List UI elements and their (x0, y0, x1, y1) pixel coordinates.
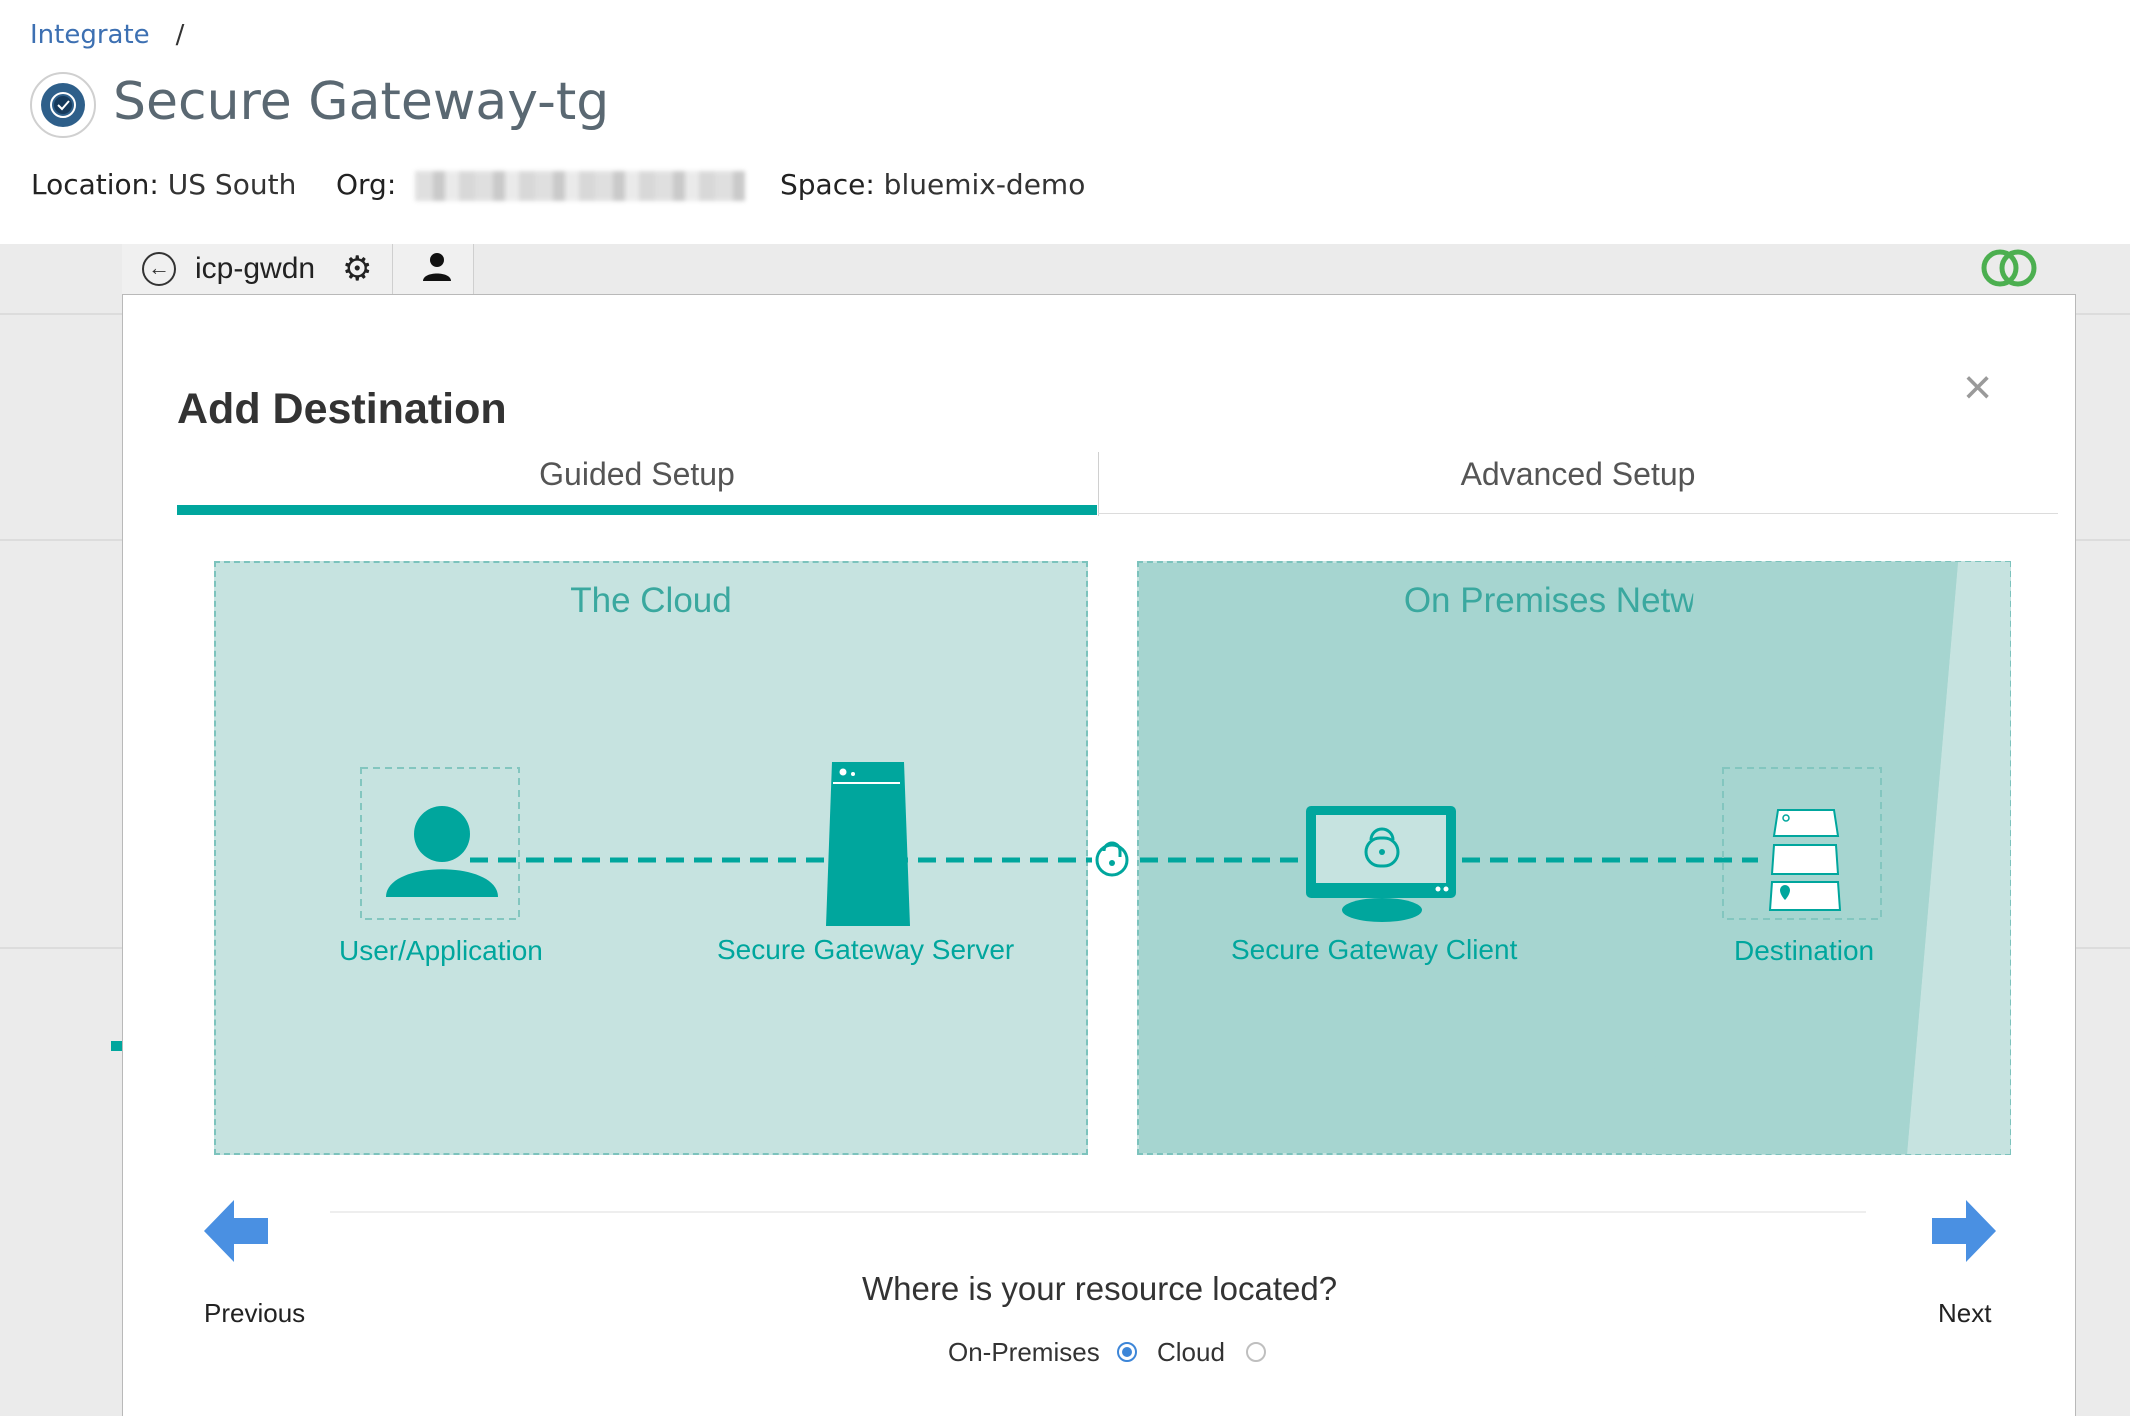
previous-arrow-icon[interactable] (204, 1200, 270, 1262)
destination-zone-shade (1139, 563, 2009, 1153)
tab-guided-setup[interactable]: Guided Setup (177, 456, 1097, 493)
question-divider (330, 1211, 1866, 1213)
radio-label-cloud: Cloud (1157, 1337, 1225, 1367)
org-label: Org: (336, 168, 397, 201)
user-application-label: User/Application (339, 935, 543, 966)
onprem-panel: On Premises Network (1137, 561, 2011, 1155)
tab-advanced-setup[interactable]: Advanced Setup (1098, 456, 2058, 493)
space-label: Space: (780, 168, 875, 201)
active-tab-indicator (177, 505, 1097, 515)
tab-separator (1098, 452, 1099, 516)
org-value-redacted (415, 171, 746, 201)
gear-icon[interactable]: ⚙ (342, 249, 372, 289)
location-info: Location: US South (31, 168, 296, 201)
space-info: Space: bluemix-demo (780, 168, 1085, 201)
radio-on-premises[interactable] (1117, 1342, 1137, 1362)
tab-bottom-border (1098, 513, 2058, 514)
destination-label: Destination (1734, 935, 1875, 966)
cloud-panel-title: The Cloud (570, 581, 732, 620)
secure-gateway-server-label: Secure Gateway Server (717, 934, 1015, 965)
linked-rings-icon (1981, 249, 2037, 287)
close-icon[interactable]: × (1963, 362, 1992, 412)
previous-button[interactable]: Previous (204, 1298, 305, 1329)
breadcrumb: Integrate / (30, 20, 184, 50)
radio-label-on-premises: On-Premises (948, 1337, 1100, 1367)
gateway-name: icp-gwdn (195, 252, 316, 285)
secure-gateway-client-label: Secure Gateway Client (1231, 934, 1518, 965)
arrow-left-circle-icon[interactable]: ← (142, 252, 176, 286)
cloud-panel: The Cloud (214, 561, 1088, 1155)
secure-gateway-service-icon (30, 72, 96, 138)
onprem-panel-title: On Premises Network (1403, 581, 1745, 620)
resource-location-question: Where is your resource located? (862, 1270, 1338, 1307)
breadcrumb-separator: / (175, 20, 185, 50)
user-icon[interactable] (420, 250, 454, 284)
modal-title: Add Destination (177, 385, 507, 433)
radio-cloud[interactable] (1246, 1342, 1266, 1362)
breadcrumb-integrate-link[interactable]: Integrate (30, 20, 150, 50)
page-title: Secure Gateway-tg (113, 72, 610, 132)
toolbar-divider (392, 244, 393, 294)
location-label: Location: (31, 168, 159, 201)
next-arrow-icon[interactable] (1930, 1200, 1996, 1262)
next-button[interactable]: Next (1938, 1298, 1991, 1329)
space-value: bluemix-demo (883, 168, 1086, 201)
org-info: Org: (336, 168, 746, 201)
location-value: US South (167, 168, 297, 201)
